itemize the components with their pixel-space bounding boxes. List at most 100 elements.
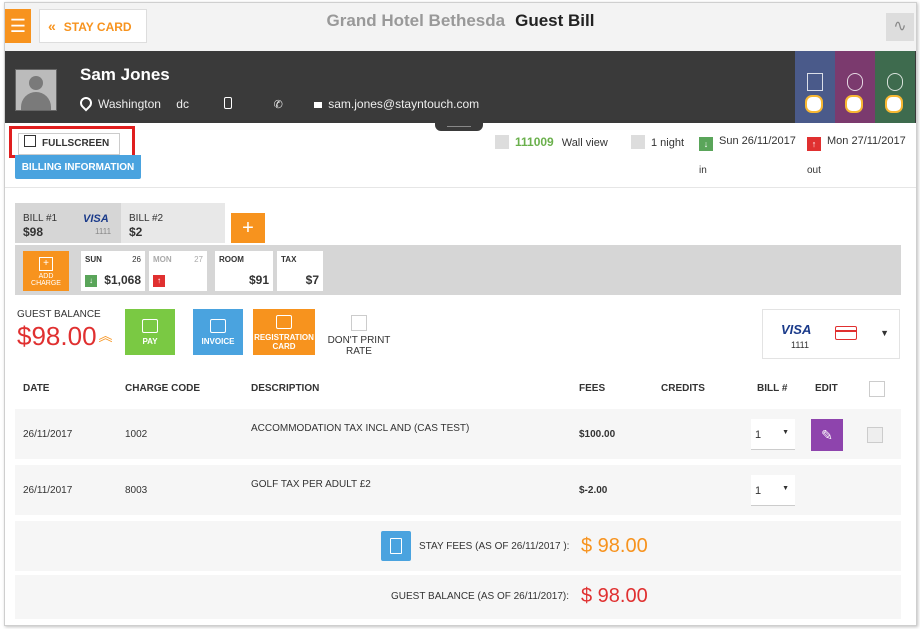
guest-balance-value: $98.00 ︽ — [17, 321, 113, 352]
table-row: 26/11/2017 8003 GOLF TAX PER ADULT £2 $-… — [15, 465, 901, 515]
guest-contact-info: Washington dc ✆ sam.jones@stayntouch.com — [77, 94, 480, 112]
room-amount: $91 — [248, 273, 269, 287]
drag-handle[interactable] — [435, 123, 483, 131]
charge-strip: + ADD CHARGE SUN 26 ↓ $1,068 MON 27 ↑ ROO… — [15, 245, 901, 295]
add-charge-label: ADD CHARGE — [31, 273, 61, 287]
row-bill-select[interactable]: 1 ▼ — [751, 475, 795, 506]
row-date: 26/11/2017 — [23, 485, 73, 496]
room-info: 111009 Wall view — [495, 135, 608, 149]
guest-state: dc — [176, 97, 189, 111]
bill-name: BILL #1 — [23, 213, 58, 224]
card-digits: 1111 — [791, 340, 810, 350]
tax-label: TAX — [281, 255, 297, 264]
nights-info: 1 night — [631, 135, 684, 149]
dont-print-rate-checkbox[interactable] — [351, 315, 367, 331]
row-charge-code: 1002 — [125, 429, 148, 440]
double-chevron-up-icon[interactable]: ︽ — [99, 328, 113, 344]
day-card-sun[interactable]: SUN 26 ↓ $1,068 — [81, 251, 145, 291]
col-header-charge-code: CHARGE CODE — [125, 383, 201, 394]
payment-card-select[interactable]: VISA 1111 ▼ — [762, 309, 900, 359]
guest-balance-summary-value: $ 98.00 — [581, 585, 648, 607]
printer-icon — [276, 315, 292, 329]
edit-charge-button[interactable]: ✎ — [811, 419, 843, 451]
divider — [5, 187, 916, 188]
row-charge-code: 8003 — [125, 485, 148, 496]
circles-icon — [887, 73, 903, 91]
room-total-card: ROOM $91 — [215, 251, 273, 291]
col-header-edit: EDIT — [815, 383, 838, 394]
dont-print-rate-toggle[interactable]: DON'T PRINT RATE — [327, 315, 391, 357]
tax-amount: $7 — [305, 273, 319, 287]
day-date: 26 — [132, 255, 141, 264]
avatar — [15, 69, 57, 111]
row-checkbox[interactable] — [867, 427, 883, 443]
day-card-mon[interactable]: MON 27 ↑ — [149, 251, 207, 291]
caret-down-icon: ▼ — [782, 429, 789, 436]
building-icon — [807, 73, 823, 91]
arrow-down-icon: ↓ — [85, 275, 97, 287]
row-bill-value: 1 — [755, 429, 762, 441]
day-date: 27 — [194, 255, 203, 264]
stay-fees-value: $ 98.00 — [581, 535, 648, 557]
loyalty-tile[interactable] — [875, 51, 915, 123]
departure-date: Mon 27/11/2017 — [827, 135, 906, 147]
row-description: ACCOMMODATION TAX INCL AND (CAS TEST) — [251, 423, 470, 434]
row-fees: $100.00 — [579, 429, 616, 440]
card-digits: 1111 — [95, 227, 112, 236]
bed-icon — [495, 135, 509, 149]
row-fees: $-2.00 — [579, 485, 608, 496]
credit-card-icon — [835, 326, 857, 340]
fullscreen-label: FULLSCREEN — [42, 138, 110, 149]
bill-tab-2[interactable]: BILL #2 $2 — [121, 203, 225, 243]
guest-email: sam.jones@stayntouch.com — [328, 97, 480, 111]
guest-balance-summary-label: GUEST BALANCE (AS OF 26/11/2017): — [391, 591, 570, 602]
caret-down-icon: ▼ — [880, 328, 889, 338]
moon-icon — [631, 135, 645, 149]
room-label: ROOM — [219, 255, 244, 264]
row-bill-select[interactable]: 1 ▼ — [751, 419, 795, 450]
receipt-icon[interactable] — [381, 531, 411, 561]
guest-name: Sam Jones — [80, 65, 170, 84]
activity-button[interactable]: ∿ — [886, 13, 914, 41]
page-title-text: Guest Bill — [515, 11, 595, 30]
caret-down-icon: ▼ — [782, 485, 789, 492]
billing-information-button[interactable]: BILLING INFORMATION — [15, 155, 141, 179]
invoice-button[interactable]: INVOICE — [193, 309, 243, 355]
bill-amount: $98 — [23, 225, 44, 239]
pulse-icon: ∿ — [893, 18, 907, 35]
bill-tab-1[interactable]: BILL #1 $98 VISA 1111 — [15, 203, 121, 243]
tax-total-card: TAX $7 — [277, 251, 323, 291]
guest-balance-label: GUEST BALANCE — [17, 309, 101, 320]
bill-name: BILL #2 — [129, 213, 164, 224]
invoice-label: INVOICE — [201, 337, 235, 346]
visa-logo-icon: VISA — [781, 322, 812, 337]
hotel-name: Grand Hotel Bethesda — [326, 11, 506, 30]
room-tile[interactable] — [795, 51, 835, 123]
row-description: GOLF TAX PER ADULT £2 — [251, 479, 371, 490]
invoice-icon — [210, 319, 226, 333]
pay-button[interactable]: PAY — [125, 309, 175, 355]
arrival-label: in — [699, 165, 707, 176]
fullscreen-button[interactable]: FULLSCREEN — [18, 133, 120, 155]
day-name: SUN — [85, 255, 102, 264]
col-header-description: DESCRIPTION — [251, 383, 320, 394]
web-tile[interactable] — [835, 51, 875, 123]
page-title: Grand Hotel Bethesda Guest Bill — [5, 11, 916, 31]
dont-print-rate-label: DON'T PRINT RATE — [327, 335, 391, 357]
select-all-checkbox[interactable] — [869, 381, 885, 397]
table-row: 26/11/2017 1002 ACCOMMODATION TAX INCL A… — [15, 409, 901, 459]
arrival-info: ↓ Sun 26/11/2017 — [699, 135, 796, 151]
add-charge-button[interactable]: + ADD CHARGE — [23, 251, 69, 291]
departure-info: ↑ Mon 27/11/2017 — [807, 135, 906, 151]
wallet-icon — [142, 319, 158, 333]
room-number: 111009 — [515, 135, 554, 149]
add-bill-button[interactable]: + — [231, 213, 265, 243]
col-header-fees: FEES — [579, 383, 606, 394]
guest-balance-amount: $98.00 — [17, 321, 97, 351]
col-header-credits: CREDITS — [661, 383, 705, 394]
guest-header: Sam Jones Washington dc ✆ sam.jones@stay… — [5, 51, 916, 123]
registration-card-button[interactable]: REGISTRATION CARD — [253, 309, 315, 355]
expand-icon — [24, 135, 36, 147]
plus-icon: + — [39, 257, 53, 271]
stay-fees-label: STAY FEES (AS OF 26/11/2017 ): — [419, 541, 570, 552]
